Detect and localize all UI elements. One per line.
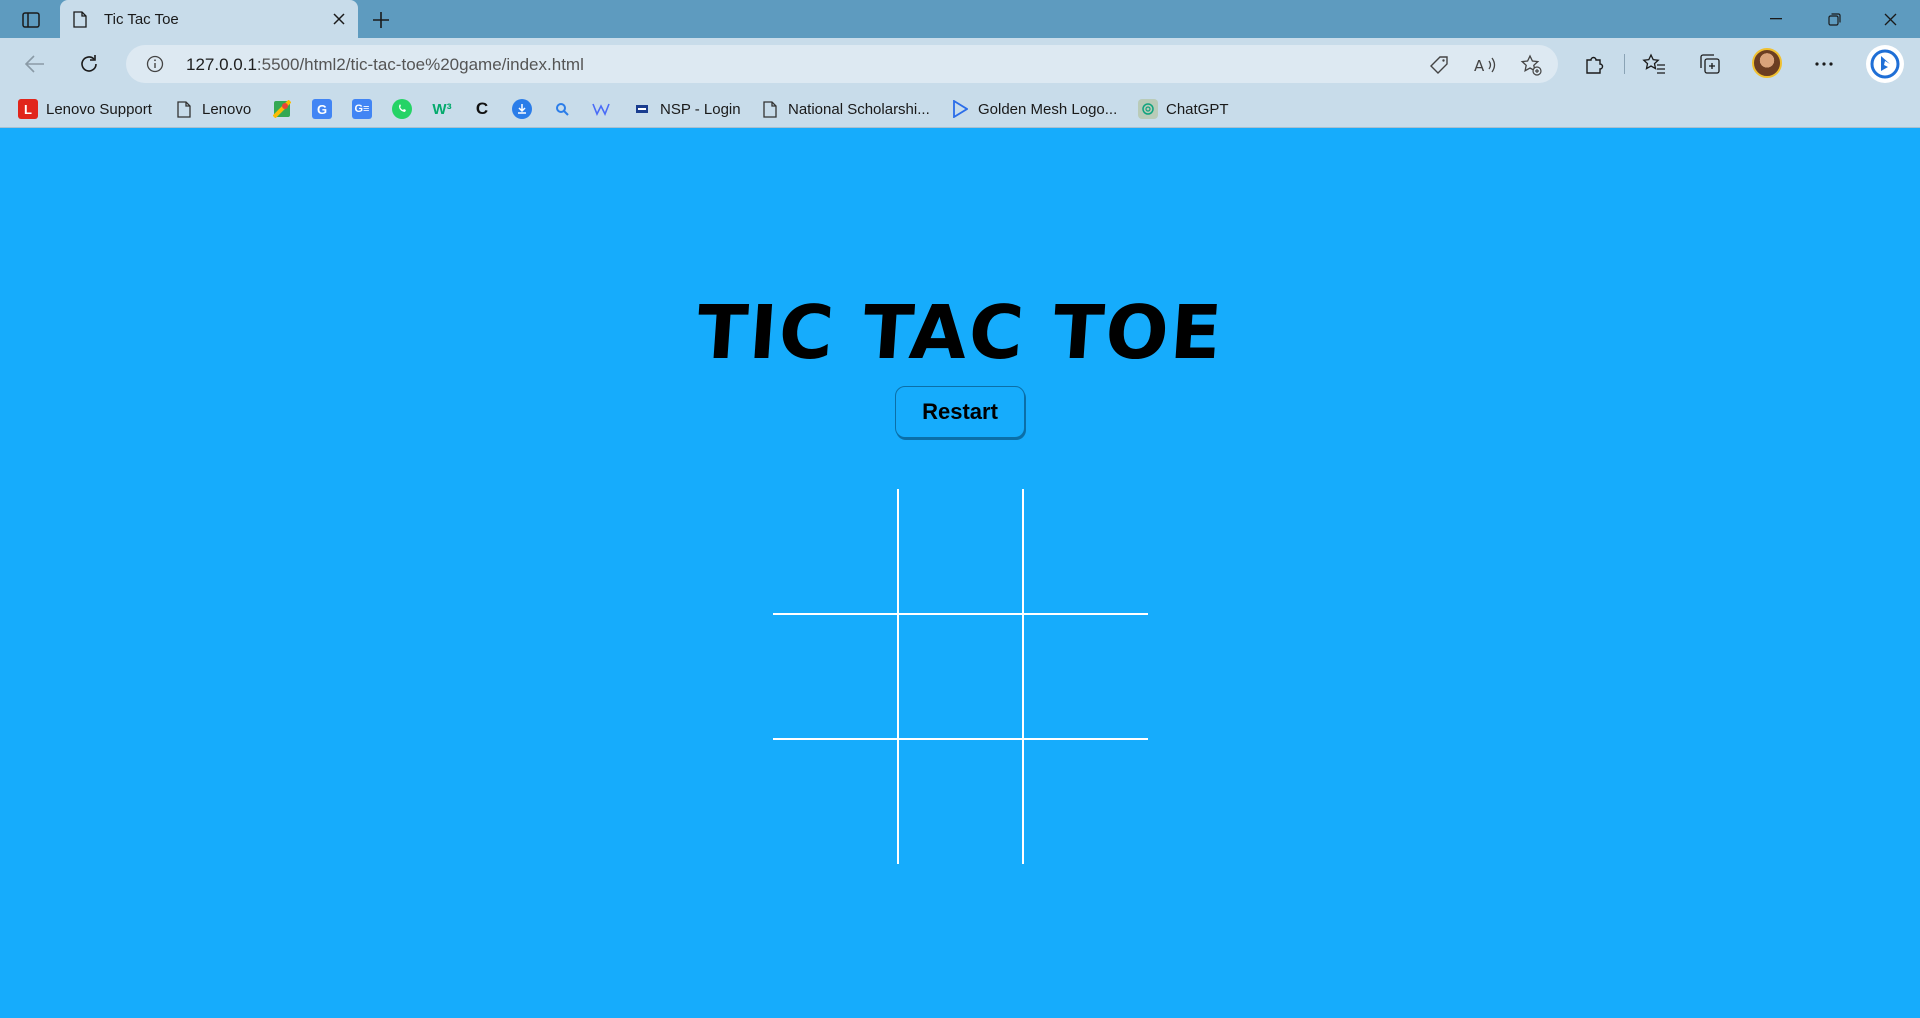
address-bar[interactable]: 127.0.0.1:5500/html2/tic-tac-toe%20game/… [126, 45, 1558, 83]
bookmark-label: NSP - Login [660, 100, 741, 118]
arrow-left-icon [25, 55, 44, 73]
bookmark-national-scholarship[interactable]: National Scholarshi... [760, 98, 930, 120]
page-icon [73, 11, 87, 33]
nsp-icon [632, 99, 652, 119]
translate-icon: G [312, 99, 332, 119]
more-icon [1815, 62, 1833, 66]
minimize-button[interactable] [1748, 0, 1804, 38]
bookmark-download[interactable] [512, 98, 532, 120]
collections-icon [1700, 54, 1720, 74]
google-edu-icon: G≡ [352, 99, 372, 119]
minimize-icon [1770, 18, 1782, 20]
toolbar-divider [1624, 54, 1625, 74]
add-favorite-button[interactable] [1520, 54, 1542, 76]
bookmark-webflow[interactable] [592, 98, 612, 120]
board-cell-9[interactable] [1023, 739, 1148, 864]
board-cell-5[interactable] [898, 614, 1023, 739]
bing-icon [1870, 49, 1900, 79]
bookmark-c[interactable]: C [472, 98, 492, 120]
bookmark-label: ChatGPT [1166, 100, 1229, 118]
board-cell-8[interactable] [898, 739, 1023, 864]
close-icon [1884, 13, 1896, 25]
bookmark-label: National Scholarshi... [788, 100, 930, 118]
back-button[interactable] [18, 47, 52, 81]
tab-actions-button[interactable] [14, 7, 48, 33]
tab-title: Tic Tac Toe [104, 11, 179, 28]
maps-icon [272, 99, 292, 119]
bookmark-chatgpt[interactable]: ChatGPT [1138, 98, 1229, 120]
url-path: :5500/html2/tic-tac-toe%20game/index.htm… [256, 55, 584, 74]
bookmark-whatsapp[interactable] [392, 98, 412, 120]
board-cell-3[interactable] [1023, 489, 1148, 614]
read-aloud-icon: A [1474, 57, 1496, 75]
restore-icon [1827, 12, 1841, 26]
bookmark-google-edu[interactable]: G≡ [352, 98, 372, 120]
bing-copilot-button[interactable] [1866, 45, 1904, 83]
star-add-icon [1520, 54, 1542, 76]
bookmark-label: Golden Mesh Logo... [978, 100, 1118, 118]
lenovo-l-icon: L [18, 99, 38, 119]
collections-button[interactable] [1696, 50, 1724, 78]
board-cell-6[interactable] [1023, 614, 1148, 739]
coupon-button[interactable] [1428, 54, 1450, 76]
bookmark-golden-mesh[interactable]: Golden Mesh Logo... [950, 98, 1117, 120]
browser-navbar: 127.0.0.1:5500/html2/tic-tac-toe%20game/… [0, 38, 1920, 90]
url-host: 127.0.0.1 [186, 55, 257, 74]
url-text[interactable]: 127.0.0.1:5500/html2/tic-tac-toe%20game/… [186, 55, 584, 75]
favorites-icon [1642, 53, 1665, 74]
board-cell-7[interactable] [773, 739, 898, 864]
bookmark-search[interactable] [552, 98, 572, 120]
chatgpt-icon [1138, 99, 1158, 119]
bookmark-lenovo[interactable]: Lenovo [174, 98, 251, 120]
restart-button[interactable]: Restart [895, 386, 1025, 438]
tab-actions-icon [22, 12, 40, 28]
bookmark-w3schools[interactable]: W³ [432, 98, 452, 120]
play-icon [950, 99, 970, 119]
bookmark-nsp-login[interactable]: NSP - Login [632, 98, 741, 120]
bookmark-label: Lenovo [202, 100, 252, 118]
profile-avatar[interactable] [1752, 48, 1782, 78]
search-icon [552, 99, 572, 119]
read-aloud-button[interactable]: A [1474, 54, 1496, 76]
bookmark-translate[interactable]: G [312, 98, 332, 120]
browser-titlebar: Tic Tac Toe [0, 0, 1920, 38]
extensions-button[interactable] [1580, 50, 1608, 78]
new-tab-button[interactable] [367, 6, 395, 34]
whatsapp-icon [392, 99, 412, 119]
tab-close-button[interactable] [330, 10, 348, 28]
download-icon [512, 99, 532, 119]
w3schools-icon: W³ [432, 100, 452, 118]
game-title: TIC TAC TOE [693, 290, 1227, 376]
site-info-icon[interactable] [146, 55, 164, 78]
webflow-icon [592, 99, 612, 119]
close-icon [333, 13, 345, 25]
page-icon [760, 99, 780, 119]
board-cell-4[interactable] [773, 614, 898, 739]
svg-text:A: A [1474, 57, 1485, 75]
puzzle-icon [1586, 56, 1604, 74]
page-icon [174, 99, 194, 119]
board-cell-2[interactable] [898, 489, 1023, 614]
refresh-icon [81, 55, 97, 72]
tag-icon [1430, 56, 1448, 74]
bookmark-label: Lenovo Support [46, 100, 152, 118]
bookmarks-bar: L Lenovo Support Lenovo G G≡ W³ C NSP - … [0, 90, 1920, 128]
browser-tab-active[interactable]: Tic Tac Toe [60, 0, 358, 38]
close-window-button[interactable] [1862, 0, 1918, 38]
refresh-button[interactable] [72, 47, 106, 81]
favorites-button[interactable] [1640, 50, 1668, 78]
bookmark-lenovo-support[interactable]: L Lenovo Support [18, 98, 152, 120]
bookmark-maps[interactable] [272, 98, 292, 120]
settings-more-button[interactable] [1810, 50, 1838, 78]
restore-button[interactable] [1806, 0, 1862, 38]
board-cell-1[interactable] [773, 489, 898, 614]
plus-icon [373, 12, 389, 28]
c-icon: C [475, 99, 489, 118]
game-board [773, 489, 1148, 864]
